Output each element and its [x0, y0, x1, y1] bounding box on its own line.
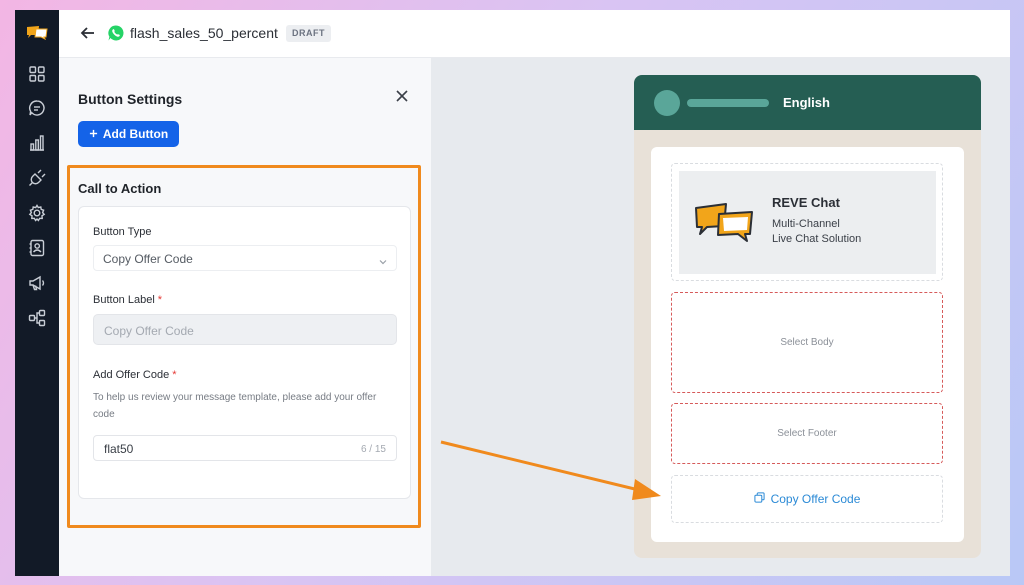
select-body-slot[interactable]: Select Body: [671, 292, 943, 393]
reve-chat-logo-icon: [693, 200, 757, 244]
whatsapp-icon: [107, 24, 125, 42]
preview-area: English REVE Chat Multi-Channel Live Cha…: [431, 58, 1010, 576]
chat-icon[interactable]: [27, 98, 47, 118]
top-bar: flash_sales_50_percent DRAFT: [59, 10, 1010, 58]
message-card: REVE Chat Multi-Channel Live Chat Soluti…: [651, 147, 964, 542]
grid-icon[interactable]: [27, 64, 47, 84]
preview-language: English: [783, 95, 830, 110]
brand-tagline-2: Live Chat Solution: [772, 233, 862, 245]
char-counter: 6 / 15: [360, 444, 386, 455]
brand-tagline-1: Multi-Channel: [772, 218, 840, 230]
button-label-label: Button Label *: [93, 294, 162, 306]
preview-header: English: [634, 75, 981, 130]
status-badge: DRAFT: [286, 25, 331, 42]
whatsapp-preview: English REVE Chat Multi-Channel Live Cha…: [634, 75, 981, 558]
copy-icon: [753, 492, 765, 506]
header-media[interactable]: REVE Chat Multi-Channel Live Chat Soluti…: [671, 163, 943, 281]
button-label-text: Button Label: [93, 294, 155, 306]
section-title: Call to Action: [78, 181, 162, 196]
flow-icon[interactable]: [27, 308, 47, 328]
button-type-select[interactable]: Copy Offer Code: [93, 245, 397, 271]
call-to-action-card: Button Type Copy Offer Code Button Label…: [78, 206, 411, 499]
logo-icon[interactable]: [25, 24, 49, 41]
offer-code-label: Add Offer Code *: [93, 369, 177, 381]
close-icon[interactable]: [394, 88, 410, 104]
chevron-down-icon: [378, 254, 388, 265]
offer-code-label-text: Add Offer Code: [93, 369, 170, 381]
plus-icon: [89, 127, 98, 141]
add-button[interactable]: Add Button: [78, 121, 179, 147]
copy-offer-code-label: Copy Offer Code: [770, 492, 861, 506]
gear-icon[interactable]: [27, 203, 47, 223]
megaphone-icon[interactable]: [27, 273, 47, 293]
button-type-value: Copy Offer Code: [103, 252, 193, 266]
plug-icon[interactable]: [27, 168, 47, 188]
app-frame: flash_sales_50_percent DRAFT Button Sett…: [15, 10, 1010, 576]
brand-title: REVE Chat: [772, 195, 840, 210]
sidebar-rail: [15, 10, 59, 576]
contact-name-bar: [687, 99, 769, 107]
required-mark: *: [172, 369, 177, 381]
button-type-label: Button Type: [93, 226, 152, 238]
offer-code-value: flat50: [104, 442, 134, 456]
template-name: flash_sales_50_percent: [130, 25, 278, 41]
offer-code-helper: To help us review your message template,…: [93, 392, 377, 420]
contacts-icon[interactable]: [27, 238, 47, 258]
add-button-label: Add Button: [102, 127, 169, 141]
panel-title: Button Settings: [78, 91, 183, 107]
back-arrow-icon[interactable]: [79, 24, 97, 42]
copy-offer-code-button[interactable]: Copy Offer Code: [671, 475, 943, 523]
offer-code-input[interactable]: flat50 6 / 15: [93, 435, 397, 461]
chart-icon[interactable]: [27, 133, 47, 153]
required-mark: *: [157, 294, 163, 306]
button-label-input[interactable]: Copy Offer Code: [93, 314, 397, 345]
button-label-placeholder: Copy Offer Code: [104, 324, 194, 338]
button-settings-panel: Button Settings Add Button Call to Actio…: [59, 58, 431, 576]
brand-banner: REVE Chat Multi-Channel Live Chat Soluti…: [679, 171, 936, 274]
select-footer-slot[interactable]: Select Footer: [671, 403, 943, 464]
avatar: [654, 90, 680, 116]
